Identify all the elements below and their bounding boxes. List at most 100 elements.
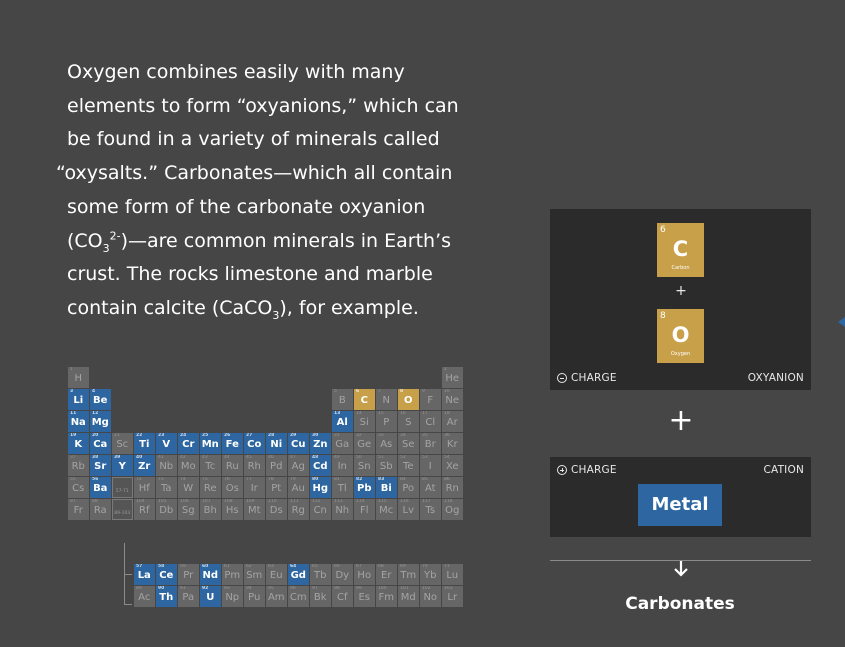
element-cell-he: 2 He (442, 367, 463, 388)
element-symbol: Rb (71, 461, 85, 472)
element-name: Oxygen (670, 351, 691, 357)
element-symbol: Zr (138, 461, 151, 472)
element-cell-at: 85 At (420, 477, 441, 498)
minus-circle-icon (557, 373, 567, 383)
element-symbol: Bi (380, 483, 392, 494)
element-symbol: Ac (138, 592, 151, 603)
element-cell-o: 8O (398, 389, 419, 410)
charge-label: CHARGE (571, 464, 617, 476)
paragraph-line: (CO32-)—are common minerals in Earth’s (56, 225, 476, 259)
element-symbol: Es (358, 592, 371, 603)
element-symbol: H (74, 373, 83, 384)
element-cell-h: 1H (68, 367, 89, 388)
element-symbol: Cu (291, 439, 306, 450)
element-symbol: Db (159, 505, 174, 516)
paragraph-text: contain calcite (CaCO (67, 296, 273, 319)
element-cell-pd: 46 Pd (266, 455, 287, 476)
element-cell-cl: 17 Cl (420, 411, 441, 432)
element-cell-ar: 18 Ar (442, 411, 463, 432)
element-cell-ag: 47 Ag (288, 455, 309, 476)
element-cell-sm: 62 Sm (244, 564, 265, 585)
element-cell-n: 7N (376, 389, 397, 410)
element-cell-rh: 45 Rh (244, 455, 265, 476)
element-symbol: Rg (291, 505, 305, 516)
element-cell-ti: 22 Ti (134, 433, 155, 454)
element-symbol: Cd (313, 461, 328, 472)
element-cell-np: 93 Np (222, 586, 243, 607)
element-symbol: Pu (248, 592, 261, 603)
element-symbol: P (383, 417, 390, 428)
element-cell-li: 3 Li (68, 389, 89, 410)
element-cell-cf: 98 Cf (332, 586, 353, 607)
element-symbol: Ne (445, 395, 460, 406)
element-cell-po: 84 Po (398, 477, 419, 498)
element-symbol: Ts (425, 505, 436, 516)
element-cell-dy: 66 Dy (332, 564, 353, 585)
element-cell-rb: 37 Rb (68, 455, 89, 476)
element-cell-ca: 20 Ca (90, 433, 111, 454)
element-symbol: Tb (314, 570, 327, 581)
element-symbol: Pb (357, 483, 372, 494)
element-cell-ni: 28 Ni (266, 433, 287, 454)
element-cell-re: 75 Re (200, 477, 221, 498)
element-symbol: Ag (291, 461, 305, 472)
element-cell-ge: 32 Ge (354, 433, 375, 454)
element-symbol: Br (424, 439, 436, 450)
element-symbol: Ba (93, 483, 108, 494)
element-symbol: Th (159, 592, 174, 603)
element-symbol: Md (400, 592, 416, 603)
element-symbol: Sc (116, 439, 129, 450)
element-cell-hf: 72 Hf (134, 477, 155, 498)
oxygen-tile: 8 O Oxygen (657, 309, 704, 363)
element-cell-tb: 65 Tb (310, 564, 331, 585)
element-cell-al: 13 Al (332, 411, 353, 432)
element-cell-ru: 44 Ru (222, 455, 243, 476)
element-cell-v: 23 V (156, 433, 177, 454)
element-cell-be: 4 Be (90, 389, 111, 410)
intro-paragraph: Oxygen combines easily with many element… (56, 56, 476, 326)
element-cell-series-placeholder: 89-103 (112, 499, 133, 520)
element-cell-bi: 83 Bi (376, 477, 397, 498)
element-cell-la: 57 La (134, 564, 155, 585)
element-cell-se: 34 Se (398, 433, 419, 454)
element-cell-pt: 78 Pt (266, 477, 287, 498)
combine-plus: + (675, 283, 687, 299)
element-symbol: 57-71 (115, 489, 129, 494)
element-cell-as: 33 As (376, 433, 397, 454)
element-symbol: Ar (446, 417, 458, 428)
element-symbol: Ta (160, 483, 172, 494)
element-cell-cr: 24 Cr (178, 433, 199, 454)
element-cell-c: 6C (354, 389, 375, 410)
element-cell-s: 16 S (398, 411, 419, 432)
element-symbol: Na (70, 417, 86, 428)
element-symbol: Pa (182, 592, 195, 603)
element-cell-cd: 48 Cd (310, 455, 331, 476)
f-block-bracket (124, 604, 132, 605)
element-symbol: Pr (183, 570, 194, 581)
element-cell-tm: 69 Tm (398, 564, 419, 585)
element-cell-ce: 58 Ce (156, 564, 177, 585)
element-cell-pu: 94 Pu (244, 586, 265, 607)
element-cell-mn: 25 Mn (200, 433, 221, 454)
element-symbol: Pd (270, 461, 283, 472)
element-cell-cs: 55 Cs (68, 477, 89, 498)
element-symbol: Mt (247, 505, 261, 516)
big-plus-sign: + (668, 403, 694, 438)
plus-circle-icon (557, 465, 567, 475)
element-symbol: Hg (312, 483, 329, 494)
element-symbol: S (405, 417, 412, 428)
element-cell-b: 5B (332, 389, 353, 410)
element-symbol: Re (203, 483, 217, 494)
element-cell-co: 27 Co (244, 433, 265, 454)
element-symbol: Ti (139, 439, 150, 450)
element-cell-tl: 81 Tl (332, 477, 353, 498)
element-cell-p: 15 P (376, 411, 397, 432)
element-symbol: Be (93, 395, 108, 406)
formula-subscript: 3 (102, 241, 110, 255)
element-cell-nd: 60 Nd (200, 564, 221, 585)
element-symbol: Te (402, 461, 414, 472)
element-cell-au: 79 Au (288, 477, 309, 498)
formula-text: (CO (67, 229, 103, 252)
element-cell-pb: 82 Pb (354, 477, 375, 498)
element-symbol: At (424, 483, 436, 494)
